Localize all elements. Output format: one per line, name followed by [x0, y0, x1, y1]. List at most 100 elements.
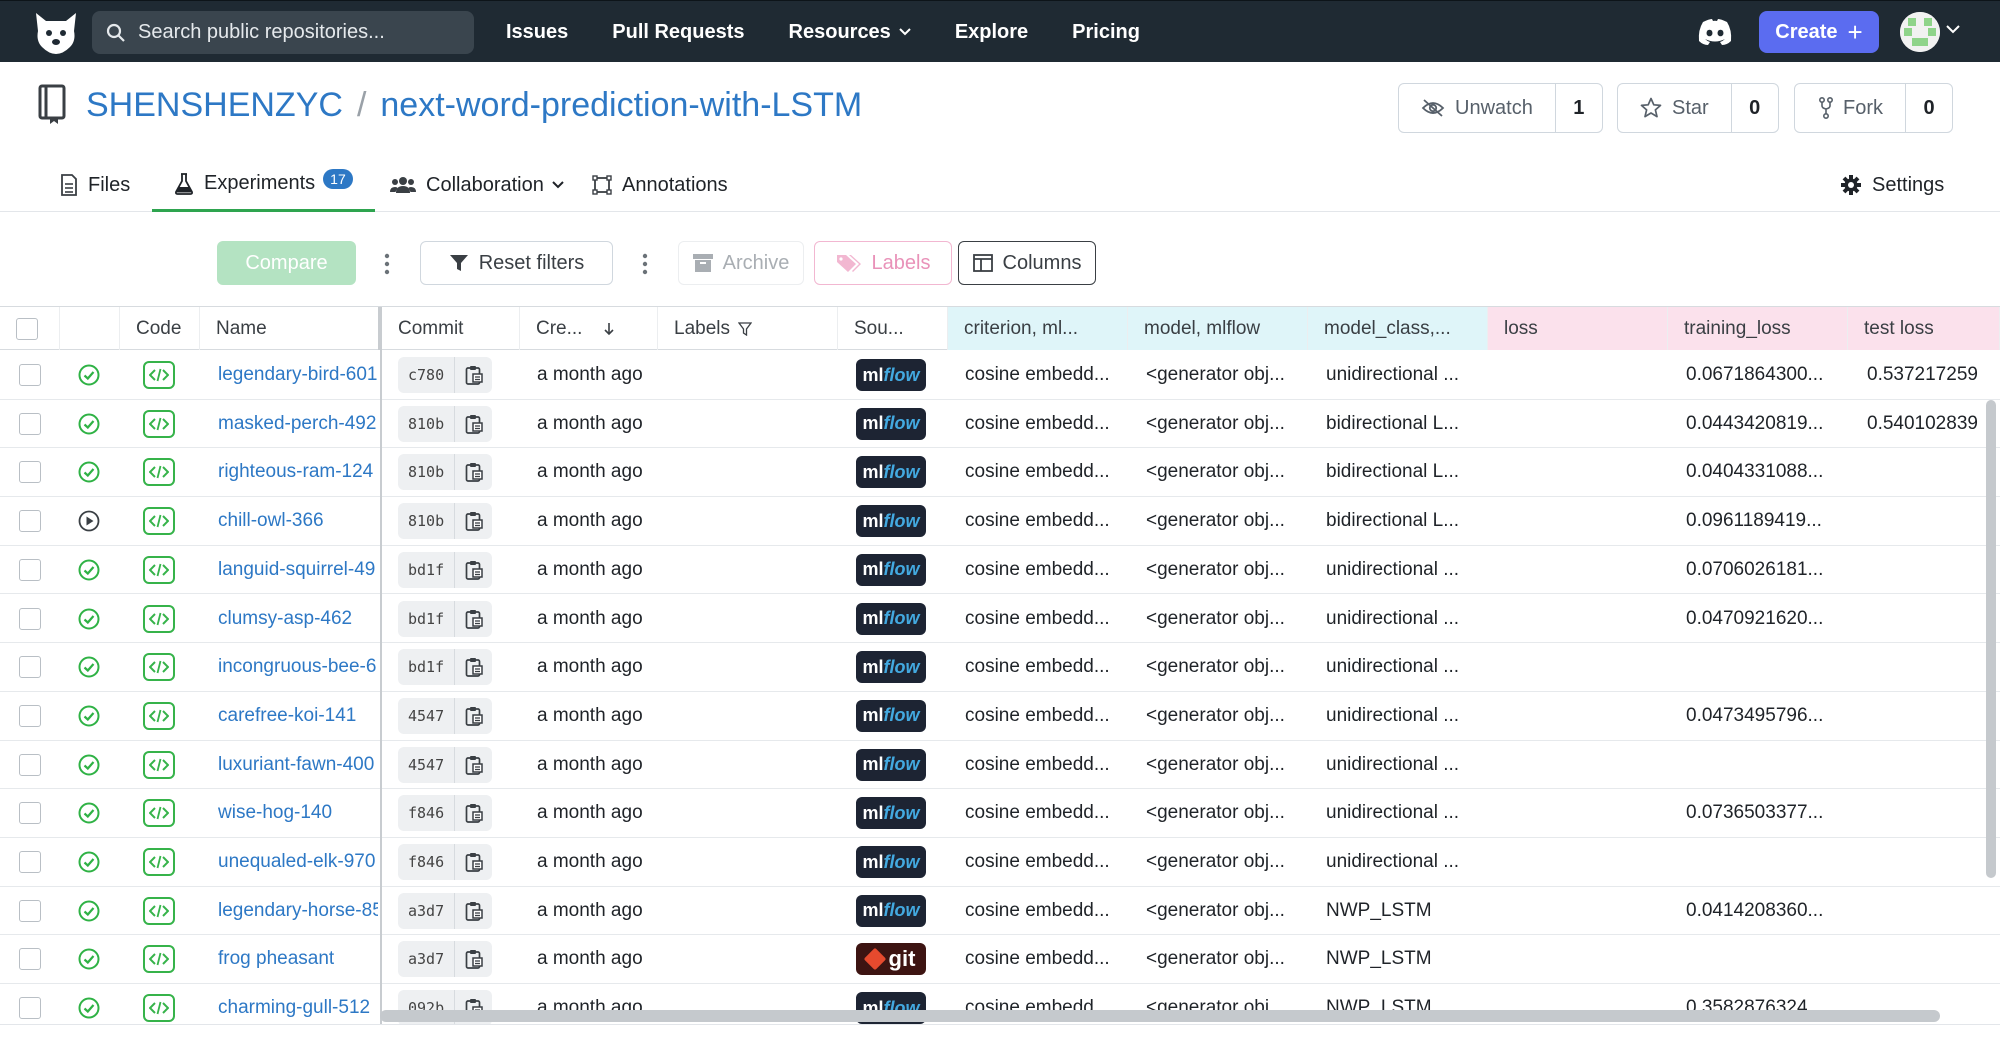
mlflow-source-badge[interactable]: ml flow — [856, 651, 926, 684]
table-row[interactable]: wise-hog-140 f846 a month ago ml flow cosine … — [0, 789, 2000, 838]
nav-pricing[interactable]: Pricing — [1072, 21, 1140, 44]
header-code[interactable]: Code — [120, 307, 200, 350]
header-training-loss[interactable]: training_loss — [1668, 307, 1848, 350]
header-labels[interactable]: Labels — [658, 307, 838, 350]
row-checkbox[interactable] — [19, 364, 41, 386]
code-button[interactable] — [143, 507, 175, 536]
vertical-scrollbar[interactable] — [1986, 400, 1996, 878]
commit-hash[interactable]: c780 — [398, 357, 455, 393]
copy-button[interactable] — [454, 649, 493, 686]
unwatch-button[interactable]: Unwatch 1 — [1398, 83, 1603, 133]
experiment-name-link[interactable]: frog pheasant — [218, 935, 378, 983]
experiment-name-link[interactable]: righteous-ram-124 — [218, 448, 378, 496]
table-row[interactable]: languid-squirrel-49 bd1f a month ago ml flow… — [0, 546, 2000, 595]
commit-hash[interactable]: 810b — [398, 503, 455, 540]
header-created[interactable]: Cre... — [520, 307, 658, 350]
code-button[interactable] — [143, 653, 175, 682]
row-checkbox[interactable] — [19, 997, 41, 1020]
commit-hash[interactable]: 810b — [398, 405, 455, 442]
copy-button[interactable] — [454, 600, 493, 637]
header-model[interactable]: model, mlflow — [1128, 307, 1308, 350]
code-button[interactable] — [143, 896, 175, 925]
discord-icon[interactable] — [1697, 18, 1733, 46]
commit-hash[interactable]: bd1f — [398, 600, 455, 637]
nav-explore[interactable]: Explore — [955, 21, 1028, 44]
kebab-menu-icon[interactable] — [642, 253, 648, 275]
copy-button[interactable] — [454, 503, 493, 540]
copy-button[interactable] — [454, 551, 493, 588]
select-all-checkbox[interactable] — [16, 317, 38, 340]
copy-button[interactable] — [454, 795, 493, 832]
mlflow-source-badge[interactable]: ml flow — [856, 456, 926, 489]
table-row[interactable]: chill-owl-366 810b a month ago ml flow cosine… — [0, 497, 2000, 546]
avatar[interactable] — [1900, 12, 1940, 52]
copy-button[interactable] — [454, 454, 493, 491]
mlflow-source-badge[interactable]: ml flow — [856, 359, 926, 391]
tab-settings[interactable]: Settings — [1840, 158, 1944, 212]
tab-collaboration[interactable]: Collaboration — [390, 158, 574, 212]
repo-owner-link[interactable]: SHENSHENZYC — [86, 86, 343, 125]
mlflow-source-badge[interactable]: ml flow — [856, 748, 926, 781]
horizontal-scrollbar[interactable] — [380, 1010, 1940, 1022]
code-button[interactable] — [143, 848, 175, 876]
mlflow-source-badge[interactable]: ml flow — [856, 699, 926, 732]
table-row[interactable]: carefree-koi-141 4547 a month ago ml flow cos… — [0, 692, 2000, 741]
header-loss[interactable]: loss — [1488, 307, 1668, 350]
fork-button[interactable]: Fork 0 — [1794, 83, 1953, 133]
table-row[interactable]: luxuriant-fawn-400 4547 a month ago ml flow c… — [0, 741, 2000, 790]
mlflow-source-badge[interactable]: ml flow — [856, 505, 926, 538]
experiment-name-link[interactable]: wise-hog-140 — [218, 789, 378, 837]
header-commit[interactable]: Commit — [382, 307, 520, 350]
code-button[interactable] — [143, 750, 175, 779]
commit-hash[interactable]: 4547 — [398, 697, 455, 734]
code-button[interactable] — [143, 799, 175, 828]
mlflow-source-badge[interactable]: ml flow — [856, 407, 926, 440]
code-button[interactable] — [143, 361, 175, 389]
table-row[interactable]: frog pheasant a3d7 a month ago git cosine em… — [0, 935, 2000, 985]
tab-experiments[interactable]: Experiments 17 — [152, 158, 375, 212]
fork-count[interactable]: 0 — [1906, 84, 1952, 132]
code-button[interactable] — [143, 701, 175, 730]
experiment-name-link[interactable]: unequaled-elk-970 — [218, 838, 378, 886]
commit-hash[interactable]: f846 — [398, 795, 455, 832]
experiment-name-link[interactable]: luxuriant-fawn-400 — [218, 741, 378, 789]
code-button[interactable] — [143, 945, 175, 974]
table-row[interactable]: masked-perch-492 810b a month ago ml flow cos… — [0, 400, 2000, 449]
archive-button[interactable]: Archive — [678, 241, 804, 285]
copy-button[interactable] — [454, 697, 493, 734]
copy-button[interactable] — [454, 405, 493, 442]
copy-button[interactable] — [454, 892, 493, 929]
row-checkbox[interactable] — [19, 656, 41, 679]
mlflow-source-badge[interactable]: ml flow — [856, 602, 926, 635]
labels-button[interactable]: Labels — [814, 241, 952, 285]
table-row[interactable]: righteous-ram-124 810b a month ago ml flow co… — [0, 448, 2000, 498]
mlflow-source-badge[interactable]: ml flow — [856, 797, 926, 830]
row-checkbox[interactable] — [19, 753, 41, 776]
create-button[interactable]: Create + — [1759, 11, 1879, 53]
nav-pull-requests[interactable]: Pull Requests — [612, 21, 744, 44]
repo-name-link[interactable]: next-word-prediction-with-LSTM — [380, 86, 862, 125]
nav-resources[interactable]: Resources — [789, 21, 911, 44]
code-button[interactable] — [143, 409, 175, 438]
table-row[interactable]: clumsy-asp-462 bd1f a month ago ml flow cosin… — [0, 595, 2000, 644]
header-source[interactable]: Sou... — [838, 307, 948, 350]
header-test-loss[interactable]: test loss — [1848, 307, 2000, 350]
header-criterion[interactable]: criterion, ml... — [948, 307, 1128, 350]
copy-button[interactable] — [454, 941, 493, 978]
commit-hash[interactable]: 4547 — [398, 746, 455, 783]
columns-button[interactable]: Columns — [958, 241, 1096, 285]
commit-hash[interactable]: bd1f — [398, 551, 455, 588]
search-input[interactable]: Search public repositories... — [92, 11, 474, 54]
row-checkbox[interactable] — [19, 461, 41, 484]
row-checkbox[interactable] — [19, 802, 41, 825]
table-row[interactable]: legendary-horse-85 a3d7 a month ago ml flow c… — [0, 887, 2000, 936]
code-button[interactable] — [143, 604, 175, 633]
reset-filters-button[interactable]: Reset filters — [420, 241, 613, 285]
nav-issues[interactable]: Issues — [506, 21, 568, 44]
tab-files[interactable]: Files — [60, 158, 130, 212]
code-button[interactable] — [143, 994, 175, 1023]
commit-hash[interactable]: 810b — [398, 454, 455, 491]
row-checkbox[interactable] — [19, 607, 41, 630]
tab-annotations[interactable]: Annotations — [592, 158, 728, 212]
experiment-name-link[interactable]: languid-squirrel-49 — [218, 546, 378, 594]
